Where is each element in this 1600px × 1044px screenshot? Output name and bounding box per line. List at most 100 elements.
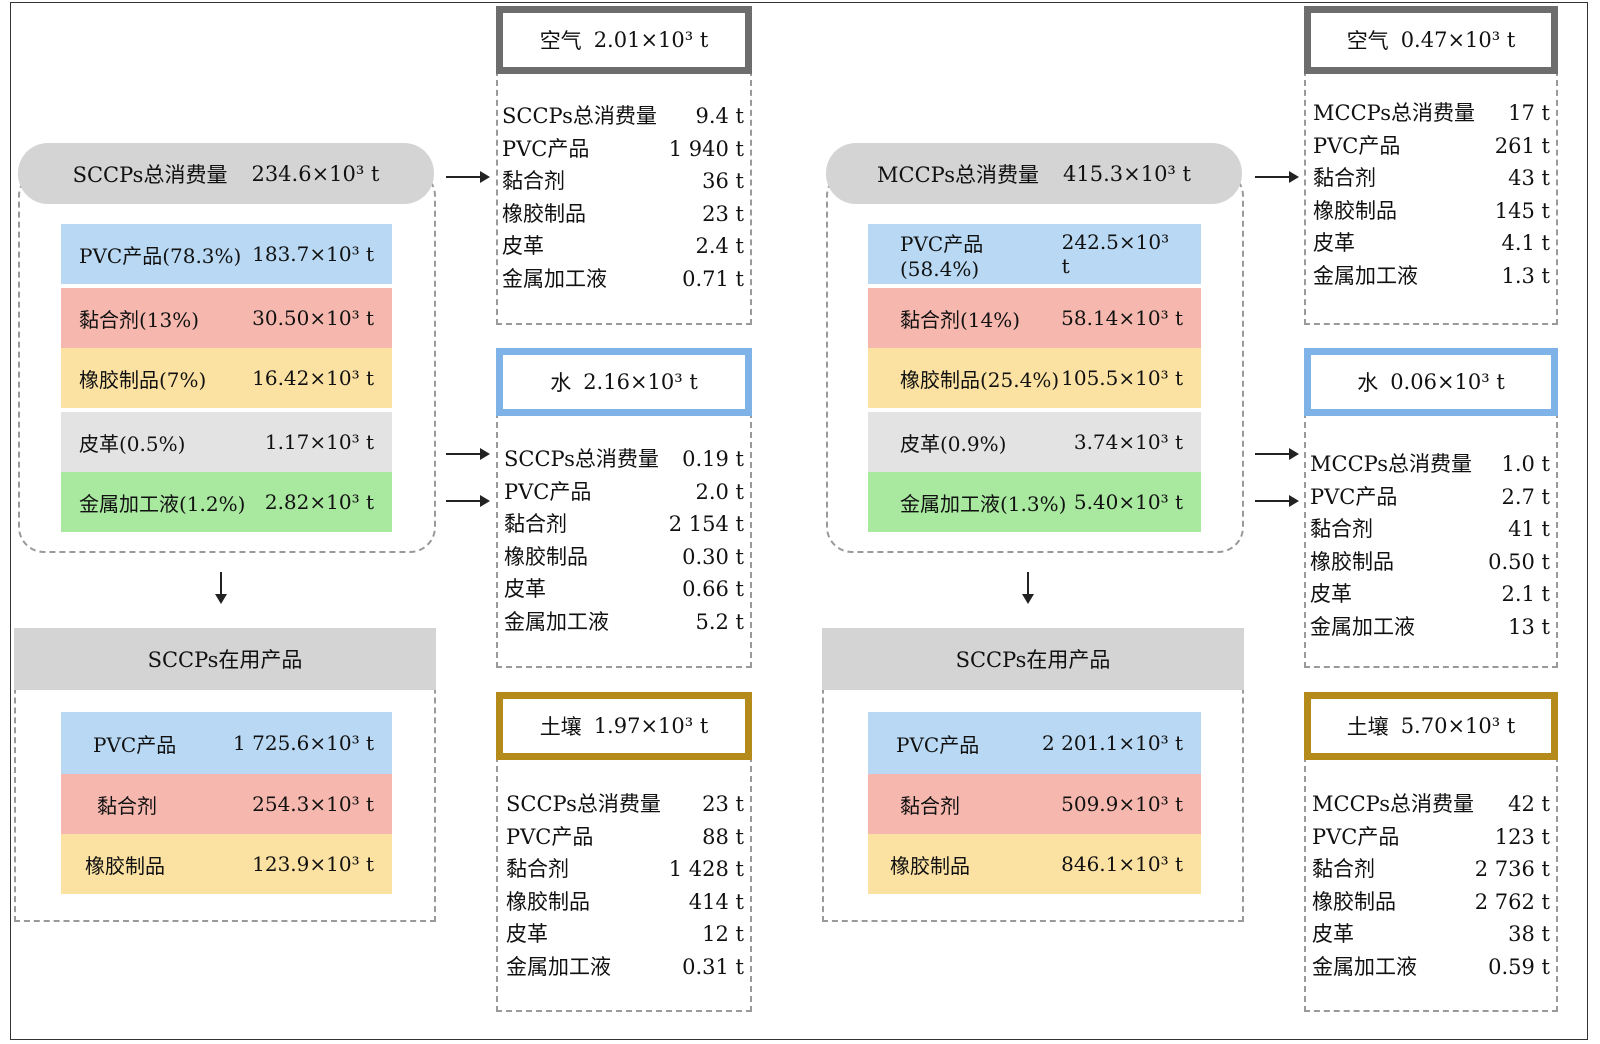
mccp-in-use-rubber-label: 橡胶制品 (890, 853, 970, 878)
mccp-total-label: MCCPs总消费量 (877, 162, 1039, 187)
mccp-air-label: 空气 (1346, 29, 1389, 53)
mccp-air-row: 橡胶制品 145 t (1313, 198, 1550, 223)
sccp-soil-row: PVC产品 88 t (506, 824, 744, 849)
mccp-item-pvc-label: PVC产品(58.4%) (900, 231, 984, 281)
sccp-water-row: 金属加工液 5.2 t (504, 609, 744, 634)
sccp-item-rubber-value: 16.42×10³ t (252, 366, 374, 390)
sccp-item-adhesive-value: 30.50×10³ t (252, 306, 374, 330)
mccp-to-air-arrow (1255, 171, 1299, 183)
mccp-in-use-adhesive-label: 黏合剂 (900, 793, 960, 818)
sccp-in-use-adhesive: 黏合剂 254.3×10³ t (61, 774, 392, 834)
mccp-air-rows: MCCPs总消费量 17 t PVC产品 261 t 黏合剂 43 t 橡胶制品 145… (1313, 97, 1550, 292)
sccp-in-use-rubber: 橡胶制品 123.9×10³ t (61, 834, 392, 894)
sccp-total-label: SCCPs总消费量 (72, 162, 228, 187)
mccp-item-leather: 皮革(0.9%) 3.74×10³ t (868, 412, 1201, 472)
sccp-soil-row: 金属加工液 0.31 t (506, 954, 744, 979)
sccp-soil-rows: SCCPs总消费量 23 t PVC产品 88 t 黏合剂 1 428 t 橡胶制品 4… (506, 788, 744, 983)
mccp-soil-rows: MCCPs总消费量 42 t PVC产品 123 t 黏合剂 2 736 t 橡胶制品… (1312, 788, 1550, 983)
mccp-item-pvc-value: 242.5×10³ t (1061, 230, 1170, 278)
mccp-water-value: 0.06×10³ t (1390, 370, 1505, 394)
mccp-in-use-pvc-label: PVC产品 (896, 732, 980, 757)
sccp-item-adhesive: 黏合剂(13%) 30.50×10³ t (61, 288, 392, 348)
mccp-item-metalworking-fluid-label: 金属加工液(1.3%) (900, 491, 1067, 516)
mccp-item-rubber-label: 橡胶制品(25.4%) (900, 367, 1060, 392)
sccp-air-row: 金属加工液 0.71 t (502, 266, 744, 291)
mccp-in-use-adhesive: 黏合剂 509.9×10³ t (868, 774, 1201, 834)
sccp-in-use-adhesive-value: 254.3×10³ t (252, 792, 374, 816)
sccp-item-pvc: PVC产品(78.3%) 183.7×10³ t (61, 224, 392, 284)
mccp-item-metalworking-fluid-value: 5.40×10³ t (1073, 490, 1183, 514)
sccp-total-header: SCCPs总消费量 234.6×10³ t (18, 143, 434, 204)
mccp-soil-row: 黏合剂 2 736 t (1312, 857, 1550, 881)
sccp-item-leather: 皮革(0.5%) 1.17×10³ t (61, 412, 392, 472)
sccp-item-leather-value: 1.17×10³ t (264, 430, 374, 454)
sccp-in-use-title: SCCPs在用产品 (14, 628, 436, 690)
sccp-in-use-pvc-value: 1 725.6×10³ t (233, 731, 374, 755)
mccp-air-row: 金属加工液 1.3 t (1313, 263, 1550, 288)
mccp-in-use-rubber-value: 846.1×10³ t (1061, 852, 1183, 876)
sccp-air-row: SCCPs总消费量 9.4 t (502, 104, 744, 128)
sccp-water-row: 橡胶制品 0.30 t (504, 544, 744, 569)
sccp-to-water-arrow-2 (446, 495, 490, 507)
mccp-soil-row: MCCPs总消费量 42 t (1312, 792, 1550, 816)
sccp-soil-label: 土壤 (539, 715, 582, 739)
mccp-water-row: 皮革 2.1 t (1310, 582, 1550, 606)
sccp-water-rows: SCCPs总消费量 0.19 t PVC产品 2.0 t 黏合剂 2 154 t 橡胶… (504, 443, 744, 638)
mccp-soil-row: 橡胶制品 2 762 t (1312, 889, 1550, 914)
sccp-in-use-pvc: PVC产品 1 725.6×10³ t (61, 712, 392, 774)
sccp-soil-row: 皮革 12 t (506, 922, 744, 946)
mccp-total-header: MCCPs总消费量 415.3×10³ t (826, 143, 1242, 204)
mccp-water-label: 水 (1357, 371, 1379, 395)
sccp-in-use-pvc-label: PVC产品 (93, 732, 177, 757)
sccp-soil-row: 橡胶制品 414 t (506, 889, 744, 914)
mccp-item-metalworking-fluid: 金属加工液(1.3%) 5.40×10³ t (868, 472, 1201, 532)
mccp-air-value: 0.47×10³ t (1400, 28, 1516, 52)
mccp-water-row: 橡胶制品 0.50 t (1310, 549, 1550, 574)
sccp-item-metalworking-fluid-label: 金属加工液(1.2%) (79, 491, 246, 516)
sccp-down-arrow (215, 572, 227, 604)
sccp-in-use-rubber-value: 123.9×10³ t (252, 852, 374, 876)
mccp-air-title: 空气 0.47×10³ t (1304, 6, 1558, 74)
mccp-air-row: PVC产品 261 t (1313, 133, 1550, 158)
sccp-air-rows: SCCPs总消费量 9.4 t PVC产品 1 940 t 黏合剂 36 t 橡胶制品… (502, 100, 744, 295)
mccp-item-adhesive: 黏合剂(14%) 58.14×10³ t (868, 288, 1201, 348)
sccp-air-value: 2.01×10³ t (593, 28, 709, 52)
mccp-in-use-adhesive-value: 509.9×10³ t (1061, 792, 1183, 816)
sccp-item-rubber-label: 橡胶制品(7%) (79, 367, 207, 392)
sccp-water-label: 水 (550, 371, 572, 395)
mccp-down-arrow (1022, 572, 1034, 604)
mccp-item-rubber-value: 105.5×10³ t (1061, 366, 1183, 390)
sccp-item-adhesive-label: 黏合剂(13%) (79, 307, 200, 332)
mccp-air-row: 皮革 4.1 t (1313, 231, 1550, 255)
mccp-to-water-arrow-1 (1255, 448, 1299, 460)
mccp-water-row: 黏合剂 41 t (1310, 517, 1550, 541)
sccp-air-row: 橡胶制品 23 t (502, 201, 744, 226)
mccp-water-row: MCCPs总消费量 1.0 t (1310, 452, 1550, 476)
sccp-to-water-arrow-1 (446, 448, 490, 460)
mccp-item-rubber: 橡胶制品(25.4%) 105.5×10³ t (868, 348, 1201, 408)
sccp-air-row: 黏合剂 36 t (502, 169, 744, 193)
sccp-air-row: PVC产品 1 940 t (502, 136, 744, 161)
mccp-in-use-rubber: 橡胶制品 846.1×10³ t (868, 834, 1201, 894)
sccp-water-row: PVC产品 2.0 t (504, 479, 744, 504)
sccp-water-value: 2.16×10³ t (583, 370, 698, 394)
mccp-soil-title: 土壤 5.70×10³ t (1304, 692, 1558, 760)
sccp-item-metalworking-fluid-value: 2.82×10³ t (264, 490, 374, 514)
mccp-soil-row: PVC产品 123 t (1312, 824, 1550, 849)
mccp-item-adhesive-value: 58.14×10³ t (1061, 306, 1183, 330)
sccp-in-use-adhesive-label: 黏合剂 (97, 793, 157, 818)
sccp-air-title: 空气 2.01×10³ t (496, 6, 752, 74)
mccp-water-row: PVC产品 2.7 t (1310, 484, 1550, 509)
sccp-item-pvc-value: 183.7×10³ t (252, 242, 374, 266)
sccp-item-rubber: 橡胶制品(7%) 16.42×10³ t (61, 348, 392, 408)
sccp-water-row: 黏合剂 2 154 t (504, 512, 744, 536)
mccp-in-use-pvc: PVC产品 2 201.1×10³ t (868, 712, 1201, 774)
sccp-soil-title: 土壤 1.97×10³ t (496, 692, 752, 760)
mccp-water-row: 金属加工液 13 t (1310, 614, 1550, 639)
sccp-water-title: 水 2.16×10³ t (496, 348, 752, 416)
sccp-soil-row: SCCPs总消费量 23 t (506, 792, 744, 816)
mccp-in-use-pvc-value: 2 201.1×10³ t (1042, 731, 1183, 755)
sccp-to-air-arrow (446, 171, 490, 183)
mccp-soil-row: 皮革 38 t (1312, 922, 1550, 946)
sccp-water-row: SCCPs总消费量 0.19 t (504, 447, 744, 471)
